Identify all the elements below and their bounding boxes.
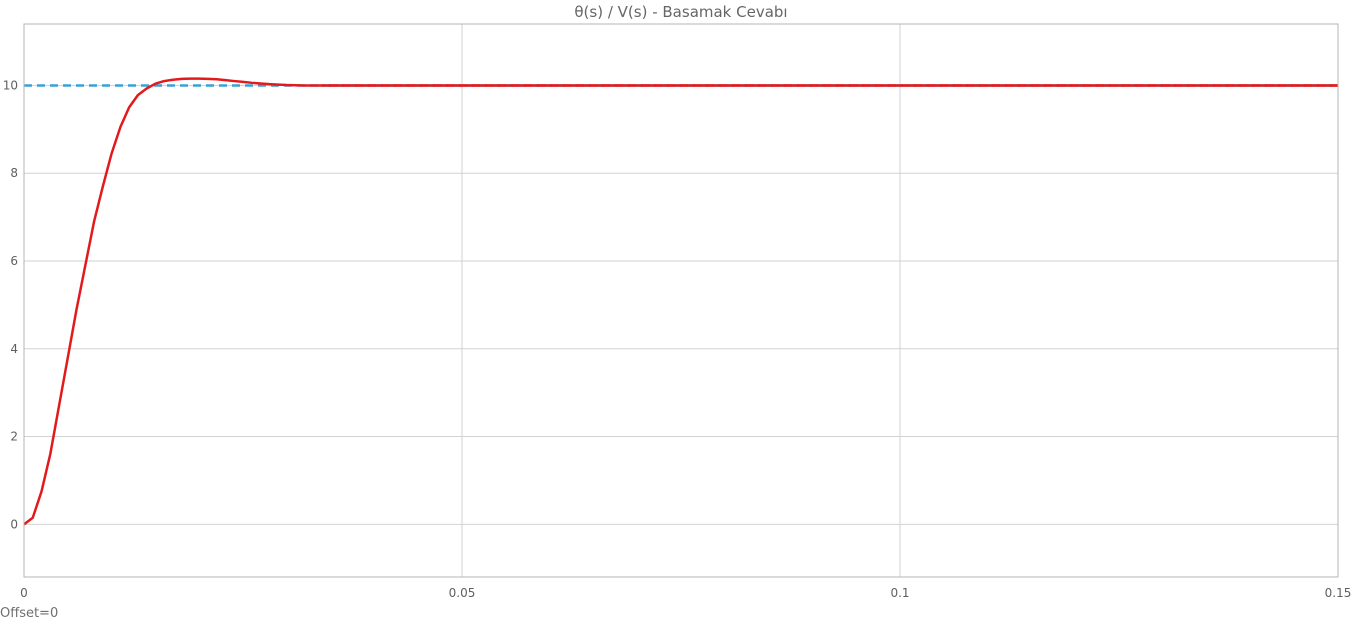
plot-area-background [24,24,1338,577]
x-tick-label: 0.1 [890,586,909,600]
chart-title: θ(s) / V(s) - Basamak Cevabı [574,3,787,21]
offset-label: Offset=0 [0,606,59,621]
y-tick-label: 6 [10,254,18,268]
y-tick-label: 2 [10,430,18,444]
y-tick-label: 10 [3,78,18,92]
x-tick-label: 0 [20,586,28,600]
y-tick-label: 8 [10,166,18,180]
y-tick-label: 4 [10,342,18,356]
chart-svg: 0 2 4 6 8 10 0 0.05 0.1 0.15 θ(s) / V(s) - Basama… [3,3,1352,600]
x-tick-label: 0.15 [1325,586,1352,600]
y-tick-label: 0 [10,517,18,531]
x-tick-label: 0.05 [449,586,476,600]
